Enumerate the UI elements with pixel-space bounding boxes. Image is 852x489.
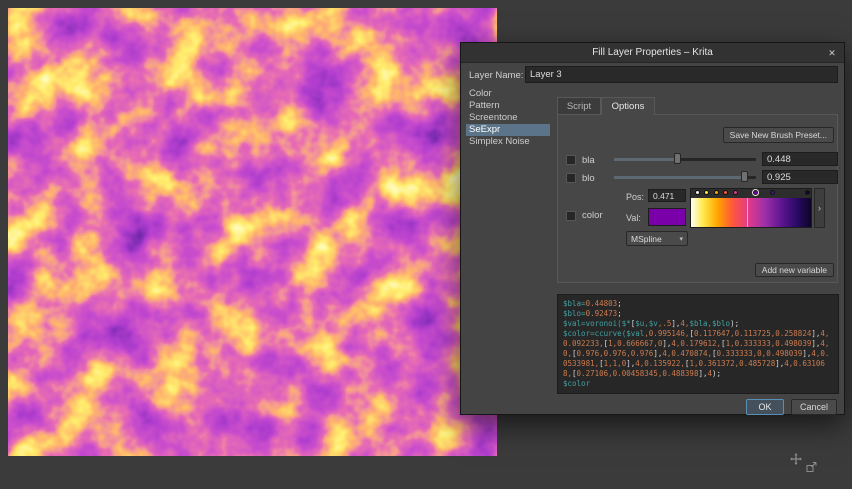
gradient-next-button[interactable]: › [814,188,825,228]
add-new-variable-button[interactable]: Add new variable [755,263,834,277]
corner-tool-icons [790,453,824,477]
slider-handle[interactable] [674,153,681,164]
tab-script[interactable]: Script [557,97,601,114]
layer-name-label: Layer Name: [469,67,523,84]
script-line: $blo=0.92473; [563,309,833,319]
bla-label: bla [582,155,595,166]
seexpr-noise-pattern [8,8,497,456]
gradient-stop[interactable] [733,190,738,195]
script-line: $bla=0.44803; [563,299,833,309]
bla-slider[interactable] [614,152,756,166]
dialog-title: Fill Layer Properties – Krita [592,47,713,58]
generator-item-color[interactable]: Color [466,88,550,100]
tab-options[interactable]: Options [601,97,655,115]
gradient-stop[interactable] [714,190,719,195]
gradient-bar[interactable] [691,198,811,227]
slider-handle[interactable] [741,171,748,182]
generator-item-pattern[interactable]: Pattern [466,100,550,112]
color-checkbox[interactable] [566,211,576,221]
pos-label: Pos: [626,190,644,203]
blo-checkbox[interactable] [566,173,576,183]
interpolation-value: MSpline [631,234,662,244]
chevron-right-icon: › [818,203,821,213]
script-line: $color=ccurve($val,0.995146,[0.117647,0.… [563,329,833,379]
transform-icon [806,462,817,473]
save-new-brush-preset-button[interactable]: Save New Brush Preset... [723,127,834,143]
generator-list: Color Pattern Screentone SeExpr Simplex … [466,88,550,148]
ok-button[interactable]: OK [746,399,784,415]
app-background: { "window": { "title": "Fill Layer Prope… [0,0,852,489]
gradient-stop[interactable] [805,190,810,195]
bla-value-field[interactable]: 0.448 [762,152,838,166]
gradient-stops-strip [691,189,811,198]
slider-fill [614,158,678,161]
blo-slider[interactable] [614,170,756,184]
canvas[interactable] [8,8,497,456]
color-label: color [582,210,603,221]
generator-item-seexpr[interactable]: SeExpr [466,124,550,136]
fill-layer-properties-dialog: Fill Layer Properties – Krita ✕ Layer Na… [460,42,845,415]
move-cursor-icon [790,453,802,465]
options-tab-panel: Save New Brush Preset... bla 0.448 blo 0… [557,114,838,283]
generator-item-screentone[interactable]: Screentone [466,112,550,124]
gradient-stop[interactable] [770,190,775,195]
gradient-position-cursor[interactable] [747,198,748,227]
gradient-stop[interactable] [704,190,709,195]
gradient-editor[interactable] [690,188,812,228]
interpolation-dropdown[interactable]: MSpline ▾ [626,231,688,246]
bla-checkbox[interactable] [566,155,576,165]
blo-value-field[interactable]: 0.925 [762,170,838,184]
generator-item-simplex-noise[interactable]: Simplex Noise [466,136,550,148]
seexpr-script[interactable]: $bla=0.44803;$blo=0.92473;$val=voronoi($… [557,294,839,394]
pos-input[interactable]: 0.471 [648,189,686,202]
dialog-titlebar[interactable]: Fill Layer Properties – Krita ✕ [461,43,844,63]
slider-fill [614,176,745,179]
gradient-stop[interactable] [723,190,728,195]
blo-label: blo [582,173,595,184]
gradient-stop[interactable] [753,190,758,195]
gradient-stop[interactable] [695,190,700,195]
val-label: Val: [626,209,641,227]
chevron-down-icon: ▾ [679,235,683,243]
layer-name-input[interactable]: Layer 3 [525,66,838,83]
script-line: $color [563,379,833,389]
value-color-swatch[interactable] [648,208,686,226]
cancel-button[interactable]: Cancel [791,399,837,415]
script-line: $val=voronoi($*[$u,$v,.5],4,$bla,$blo); [563,319,833,329]
close-icon[interactable]: ✕ [825,46,839,60]
